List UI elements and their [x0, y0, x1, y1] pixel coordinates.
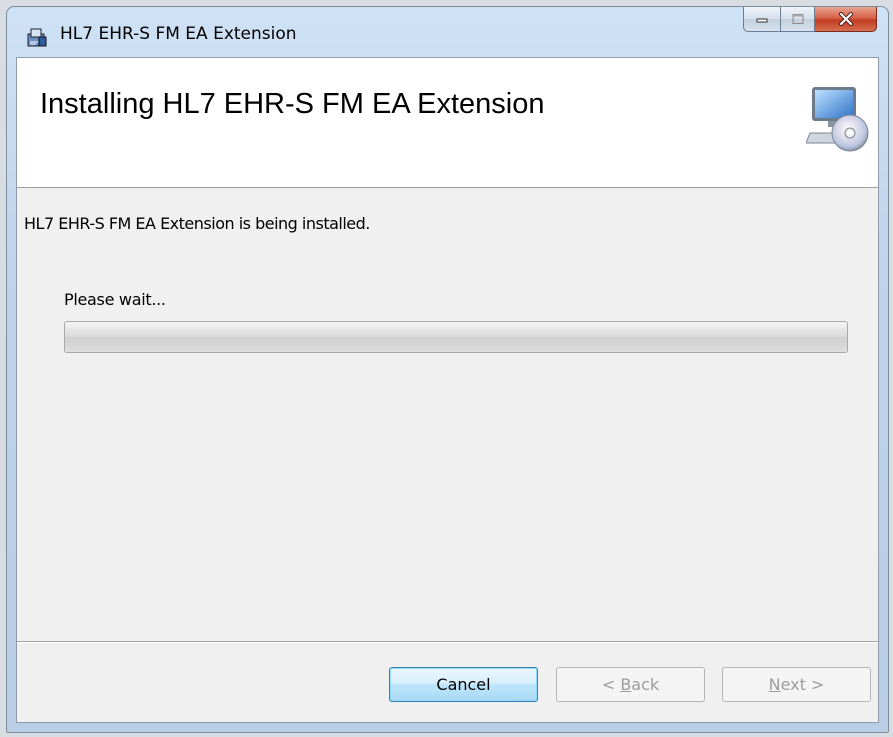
next-accelerator: N: [768, 675, 781, 694]
dialog-client-area: Installing HL7 EHR-S FM EA Extension HL7…: [16, 57, 879, 723]
footer-divider: [17, 641, 878, 642]
computer-cd-icon: [806, 87, 869, 152]
maximize-icon: [792, 14, 803, 24]
next-button[interactable]: Next >: [722, 667, 871, 702]
maximize-button[interactable]: [781, 7, 815, 32]
install-progress-bar: [64, 321, 848, 353]
progress-label: Please wait...: [64, 290, 166, 309]
installer-icon: [27, 28, 47, 47]
back-button-label: ack: [631, 675, 660, 694]
install-status-text: HL7 EHR-S FM EA Extension is being insta…: [24, 214, 370, 233]
header-banner: Installing HL7 EHR-S FM EA Extension: [17, 58, 878, 188]
back-button[interactable]: < Back: [556, 667, 705, 702]
installer-window: HL7 EHR-S FM EA Extension Installing HL7…: [6, 6, 889, 733]
back-button-prefix: <: [601, 675, 621, 694]
close-button[interactable]: [815, 7, 877, 32]
window-title: HL7 EHR-S FM EA Extension: [60, 24, 297, 44]
minimize-icon: [756, 18, 768, 23]
next-button-label: ext >: [780, 675, 825, 694]
cancel-button[interactable]: Cancel: [389, 667, 538, 702]
cancel-button-label: Cancel: [436, 675, 491, 694]
title-bar[interactable]: HL7 EHR-S FM EA Extension: [7, 7, 888, 57]
back-accelerator: B: [620, 675, 632, 694]
minimize-button[interactable]: [743, 7, 781, 32]
page-title: Installing HL7 EHR-S FM EA Extension: [40, 88, 545, 120]
close-icon: [838, 12, 853, 26]
caption-buttons: [743, 7, 877, 33]
